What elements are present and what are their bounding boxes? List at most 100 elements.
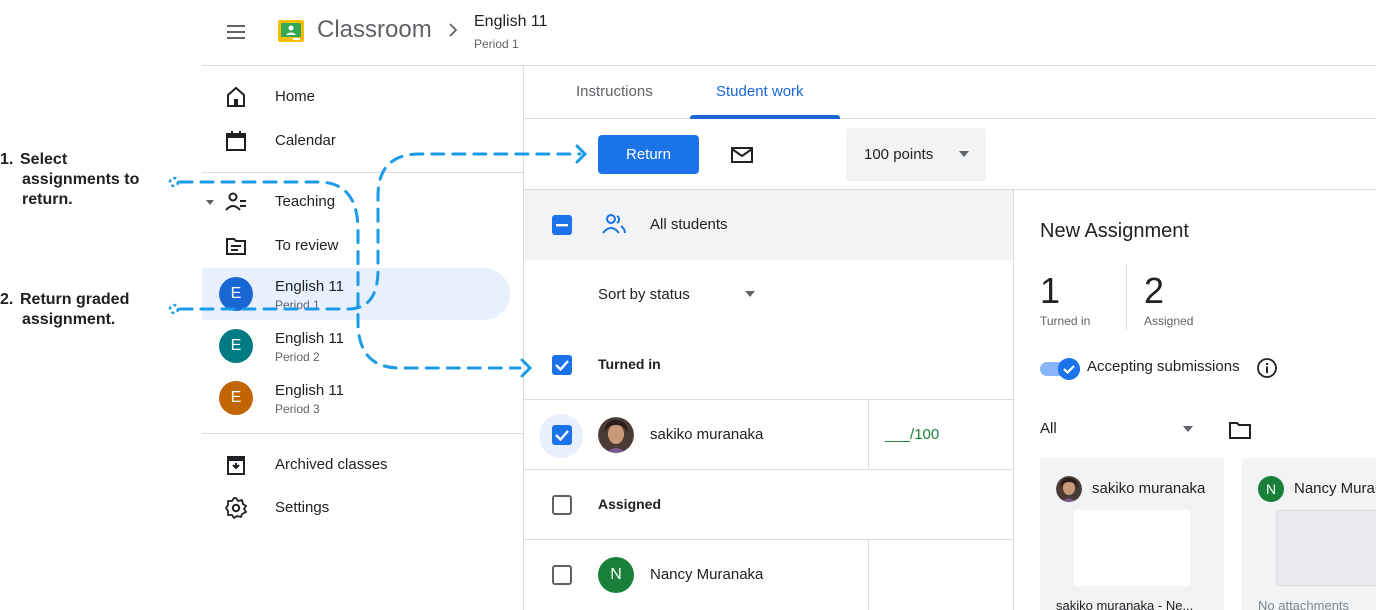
sidebar-item-label: Teaching: [275, 193, 336, 210]
class-avatar: E: [219, 277, 253, 311]
points-dropdown[interactable]: 100 points: [846, 128, 986, 181]
turned-in-group-checkbox[interactable]: [552, 355, 572, 375]
tab-bar: Instructions Student work: [524, 66, 1376, 119]
sidebar-item-to-review[interactable]: To review: [202, 224, 510, 268]
archive-icon: [227, 456, 245, 475]
turned-in-label: Turned in: [1040, 314, 1091, 328]
card-student-name: Nancy Muranaka: [1294, 480, 1376, 497]
class-avatar: E: [219, 381, 253, 415]
turned-in-count[interactable]: 1: [1040, 270, 1060, 312]
sort-by-status-dropdown[interactable]: Sort by status: [598, 286, 690, 303]
tab-instructions[interactable]: Instructions: [576, 66, 653, 119]
teaching-icon: [225, 192, 246, 211]
stat-divider: [1126, 264, 1127, 330]
student-work-toolbar: Return 100 points: [524, 119, 1376, 190]
assigned-section-header: Assigned: [524, 470, 1013, 540]
annotation-number: 1.: [0, 151, 14, 168]
class-name: English 11: [275, 330, 344, 347]
indeterminate-icon: [556, 224, 568, 227]
student-row[interactable]: N Nancy Muranaka: [524, 540, 1013, 610]
sidebar-item-calendar[interactable]: Calendar: [202, 119, 510, 163]
student-checkbox[interactable]: [552, 565, 572, 585]
sidebar-divider: [202, 433, 524, 434]
student-name: Nancy Muranaka: [650, 566, 764, 583]
folder-icon[interactable]: [1228, 419, 1252, 441]
assigned-count[interactable]: 2: [1144, 270, 1164, 312]
no-attachments-label: No attachments: [1258, 598, 1350, 610]
sidebar-item-home[interactable]: Home: [202, 75, 510, 119]
student-list: All students Sort by status Turned in sa…: [524, 190, 1014, 610]
sidebar-item-settings[interactable]: Settings: [202, 486, 510, 530]
to-review-icon: [226, 238, 246, 255]
annotation-text: assignment.: [22, 311, 116, 328]
class-avatar: E: [219, 329, 253, 363]
gear-icon: [225, 497, 247, 519]
breadcrumb-class-period: Period 1: [474, 37, 519, 51]
annotation-text: Return graded: [20, 291, 130, 308]
turned-in-section-header: Turned in: [524, 330, 1013, 400]
sidebar-class-english-11-period-1[interactable]: E English 11 Period 1: [202, 268, 510, 320]
submission-card[interactable]: N Nancy Muranaka No attachments: [1242, 458, 1376, 610]
submission-filter-dropdown[interactable]: All: [1040, 420, 1057, 437]
annotation-text: assignments to: [22, 171, 140, 188]
assignment-title: New Assignment: [1040, 220, 1189, 242]
assigned-group-checkbox[interactable]: [552, 495, 572, 515]
sidebar-divider: [202, 172, 524, 173]
card-student-name: sakiko muranaka: [1092, 480, 1206, 497]
attachment-title[interactable]: sakiko muranaka - Ne...: [1056, 598, 1193, 610]
sidebar-item-label: Settings: [275, 499, 330, 516]
sidebar: Home Calendar Teaching To review E Engli…: [202, 66, 524, 610]
student-avatar-photo: [598, 417, 634, 453]
sidebar-item-teaching[interactable]: Teaching: [202, 180, 510, 224]
grade-cell[interactable]: ___/100: [868, 400, 1013, 470]
sidebar-item-label: To review: [275, 237, 339, 254]
checkmark-icon: [555, 430, 569, 442]
home-icon: [227, 86, 245, 107]
class-name: English 11: [275, 382, 344, 399]
info-icon[interactable]: [1256, 357, 1278, 379]
points-value: 100 points: [864, 146, 934, 163]
student-avatar: N: [1258, 476, 1284, 502]
chevron-right-icon: [449, 23, 458, 37]
sidebar-item-label: Archived classes: [275, 456, 388, 473]
accepting-submissions-label: Accepting submissions: [1087, 358, 1240, 375]
grade-cell[interactable]: [868, 540, 1013, 610]
toggle-check-icon[interactable]: [1058, 358, 1080, 380]
annotation-step-1: 1. Select assignments to return.: [0, 150, 139, 210]
connector-origin-dot: [168, 303, 180, 315]
sidebar-class-english-11-period-2[interactable]: E English 11 Period 2: [202, 320, 510, 372]
assigned-label: Assigned: [1144, 314, 1194, 328]
student-row[interactable]: sakiko muranaka ___/100: [524, 400, 1013, 470]
return-button[interactable]: Return: [598, 135, 699, 174]
dropdown-arrow-icon[interactable]: [1182, 425, 1194, 433]
sort-row: Sort by status: [524, 260, 1013, 330]
turned-in-heading: Turned in: [598, 356, 661, 372]
all-students-label: All students: [650, 216, 728, 233]
assignment-detail-panel: New Assignment 1 Turned in 2 Assigned Ac…: [1014, 190, 1376, 610]
checkmark-icon: [555, 360, 569, 372]
calendar-icon: [226, 131, 246, 151]
submission-card[interactable]: sakiko muranaka sakiko muranaka - Ne...: [1040, 458, 1224, 610]
class-period: Period 1: [275, 298, 320, 312]
student-checkbox[interactable]: [552, 425, 572, 445]
all-students-row[interactable]: All students: [524, 190, 1013, 260]
email-icon[interactable]: [728, 141, 756, 169]
sidebar-item-label: Home: [275, 88, 316, 105]
menu-icon[interactable]: [226, 22, 246, 42]
attachment-thumbnail[interactable]: [1074, 510, 1190, 586]
sidebar-class-english-11-period-3[interactable]: E English 11 Period 3: [202, 372, 510, 424]
assigned-heading: Assigned: [598, 496, 662, 512]
caret-down-icon[interactable]: [204, 196, 216, 208]
tab-student-work[interactable]: Student work: [716, 66, 804, 119]
grade-value[interactable]: ___/100: [885, 426, 939, 443]
class-period: Period 2: [275, 350, 320, 364]
classroom-logo-icon[interactable]: [278, 20, 304, 42]
annotation-text: Select: [20, 151, 68, 168]
app-name[interactable]: Classroom: [317, 16, 432, 44]
student-name: sakiko muranaka: [650, 426, 764, 443]
class-period: Period 3: [275, 402, 320, 416]
dropdown-arrow-icon[interactable]: [744, 290, 756, 298]
sidebar-item-archived-classes[interactable]: Archived classes: [202, 443, 510, 487]
select-all-checkbox[interactable]: [552, 215, 572, 235]
breadcrumb-class-title[interactable]: English 11: [474, 13, 548, 31]
